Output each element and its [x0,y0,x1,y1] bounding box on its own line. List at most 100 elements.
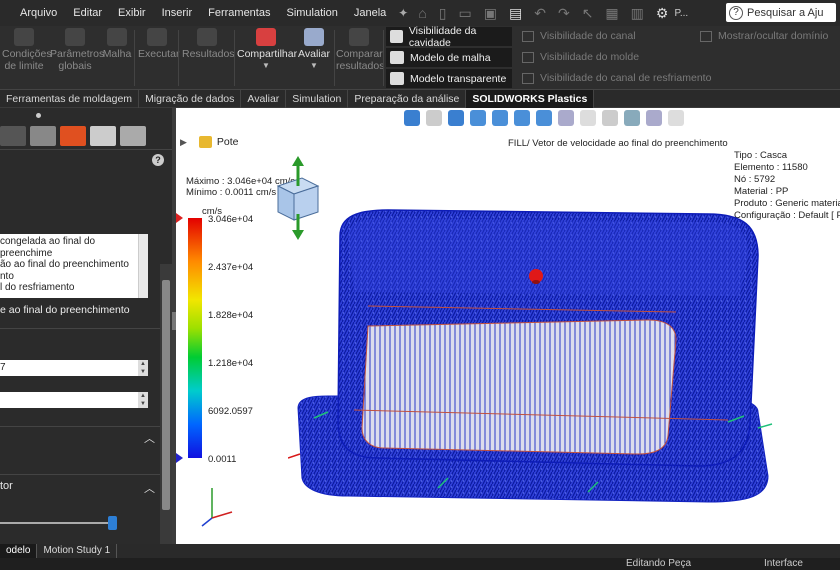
expand-arrow-icon[interactable]: ▶ [180,137,187,148]
panel-scrollbar[interactable] [160,264,172,544]
show-hide-domain-button[interactable]: Mostrar/ocultar domínio [700,30,828,42]
list-item[interactable]: ão ao final do preenchimento [0,259,148,271]
cavity-visibility-toggle[interactable]: Visibilidade da cavidade [386,25,512,49]
value-spinner-1[interactable]: 7 ▲ ▼ [0,360,148,376]
tab-analysis-prep[interactable]: Preparação da análise [348,89,467,108]
mold-part-model[interactable] [288,196,788,516]
compare-results-button[interactable]: Comparar resultados [336,26,384,72]
tab-simulation[interactable]: Simulation [286,89,349,108]
status-editing: Editando Peça [626,558,692,569]
new-document-icon[interactable]: ▯ [433,5,453,22]
view-orientation-icon[interactable] [404,110,420,126]
menu-exibir[interactable]: Exibir [110,7,154,19]
home-icon[interactable]: ⌂ [412,5,432,21]
undo-icon[interactable]: ↶ [528,5,552,22]
save-icon[interactable]: ▣ [478,5,503,22]
selected-result-label: e ao final do preenchimento [0,304,130,316]
list-scrollbar[interactable] [138,234,148,298]
mesh-model-icon [390,51,404,64]
part-icon [198,136,212,148]
select-icon[interactable]: ↖ [576,5,600,22]
tab-model[interactable]: odelo [0,544,38,558]
help-icon[interactable]: ? [152,154,164,166]
cooling-channel-visibility-toggle[interactable]: Visibilidade do canal de resfriamento [522,72,711,84]
tab-evaluate[interactable]: Avaliar [241,89,287,108]
display-style-icon[interactable] [558,110,574,126]
mesh-button[interactable]: Malha [102,26,132,60]
spinner-arrows-icon[interactable]: ▲ ▼ [138,360,148,376]
feature-tree-tab-icon[interactable] [0,126,26,146]
collapse-chevron-icon[interactable]: ︿ [144,480,155,496]
transparent-model-icon [390,72,404,85]
panel-tab-bar [0,108,172,150]
menu-ferramentas[interactable]: Ferramentas [200,7,278,19]
spinner-arrows-icon[interactable]: ▲ ▼ [138,392,148,408]
tab-solidworks-plastics[interactable]: SOLIDWORKS Plastics [466,89,595,108]
view-settings-icon[interactable] [646,110,662,126]
share-button[interactable]: Compartilhar ▼ [237,26,297,72]
run-button[interactable]: Executar [138,26,179,60]
section-view-icon[interactable] [536,110,552,126]
compare-results-icon [349,28,369,46]
value-spinner-2[interactable]: ▲ ▼ [0,392,148,408]
results-button[interactable]: Resultados [182,26,235,60]
scrollbar-thumb[interactable] [162,280,170,510]
menu-janela[interactable]: Janela [346,7,394,19]
menu-arquivo[interactable]: Arquivo [12,7,65,19]
list-item[interactable]: l do resfriamento [0,282,148,294]
display-manager-tab-icon[interactable] [90,126,116,146]
menu-simulation[interactable]: Simulation [278,7,345,19]
configuration-tab-icon[interactable] [120,126,146,146]
menu-inserir[interactable]: Inserir [154,7,201,19]
status-bar: Editando Peça Interface simplific [0,558,840,570]
legend-min-marker-icon[interactable] [176,453,183,463]
realview-icon[interactable] [668,110,684,126]
transparent-model-toggle[interactable]: Modelo transparente [386,69,512,88]
overflow-text: P... [674,7,689,19]
results-list[interactable]: congelada ao final do preenchime ão ao f… [0,234,148,298]
open-folder-icon[interactable]: ▭ [453,5,478,22]
rotate-icon[interactable] [470,110,486,126]
legend-max-marker-icon[interactable] [176,213,183,223]
zoom-icon[interactable] [492,110,508,126]
slider-track[interactable] [0,522,112,524]
cursor-icon[interactable] [426,110,442,126]
plastics-tab-icon[interactable] [60,126,86,146]
tab-motion-study[interactable]: Motion Study 1 [37,544,118,558]
mesh-model-toggle[interactable]: Modelo de malha [386,48,512,67]
status-interface[interactable]: Interface simplific [764,558,840,570]
move-icon[interactable] [448,110,464,126]
pin-icon[interactable]: ✦ [394,6,412,20]
print-icon[interactable]: ▤ [503,5,528,22]
boundary-conditions-button[interactable]: Condições de limite [2,26,52,72]
redo-icon[interactable]: ↷ [552,5,576,22]
tab-mold-tools[interactable]: Ferramentas de moldagem [0,89,140,108]
collapse-chevron-icon[interactable]: ︿ [144,430,155,446]
menu-editar[interactable]: Editar [65,7,110,19]
slider-thumb[interactable] [108,516,117,530]
channel-visibility-toggle[interactable]: Visibilidade do canal [522,30,636,42]
file-properties-icon[interactable]: ▥ [625,5,650,22]
evaluate-icon [304,28,324,46]
tab-data-migration[interactable]: Migração de dados [139,89,242,108]
search-input[interactable]: ? Pesquisar a Aju [726,3,836,22]
gear-icon[interactable]: ⚙ [650,5,675,22]
list-item[interactable]: congelada ao final do preenchime [0,236,148,259]
property-manager-tab-icon[interactable] [30,126,56,146]
list-item[interactable]: nto [0,271,148,283]
color-legend-bar [188,218,202,458]
cooling-channel-visibility-icon [522,72,534,84]
mold-visibility-toggle[interactable]: Visibilidade do molde [522,51,639,63]
rebuild-icon[interactable]: ▦ [599,5,624,22]
global-parameters-button[interactable]: Parâmetros globais [50,26,104,72]
zoom-to-area-icon[interactable] [514,110,530,126]
part-name[interactable]: ▶ Pote [180,136,239,148]
coordinate-triad-icon [201,488,233,527]
channel-visibility-icon [522,30,534,42]
hide-show-icon[interactable] [580,110,596,126]
graphics-viewport[interactable]: ▶ Pote FILL/ Vetor de velocidade ao fina… [176,108,840,544]
evaluate-button[interactable]: Avaliar ▼ [296,26,332,72]
edit-appearance-icon[interactable] [602,110,618,126]
apply-scene-icon[interactable] [624,110,640,126]
cavity-visibility-icon [390,30,403,43]
